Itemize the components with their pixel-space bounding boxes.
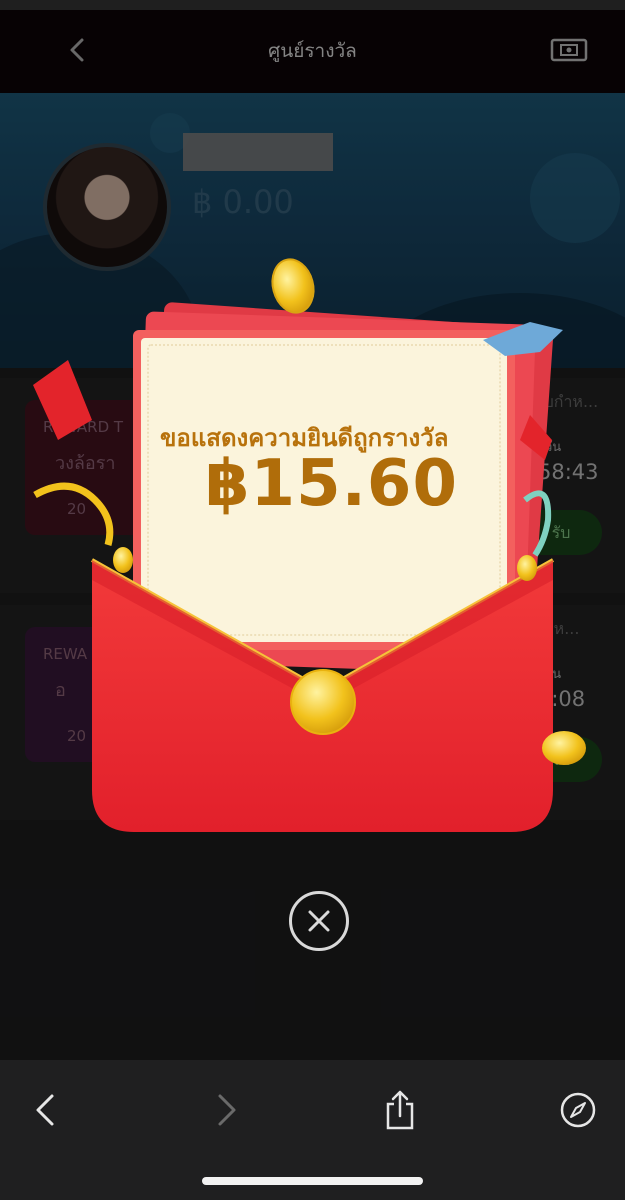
compass-icon[interactable] (558, 1090, 598, 1130)
decor-coin (271, 258, 315, 314)
decor-coin (113, 547, 133, 573)
red-envelope-popup (33, 258, 586, 832)
forward-arrow-icon[interactable] (206, 1090, 246, 1130)
decor-coin (542, 731, 586, 765)
prize-amount: ฿15.60 (205, 447, 458, 521)
decor-coin (517, 555, 537, 581)
back-arrow-icon[interactable] (26, 1090, 66, 1130)
close-icon (308, 910, 330, 932)
home-indicator (202, 1177, 423, 1185)
share-icon[interactable] (380, 1090, 420, 1130)
envelope-seal (290, 669, 356, 735)
close-button[interactable] (289, 891, 349, 951)
confetti-ribbon (33, 482, 114, 546)
confetti-ribbon (33, 360, 92, 440)
